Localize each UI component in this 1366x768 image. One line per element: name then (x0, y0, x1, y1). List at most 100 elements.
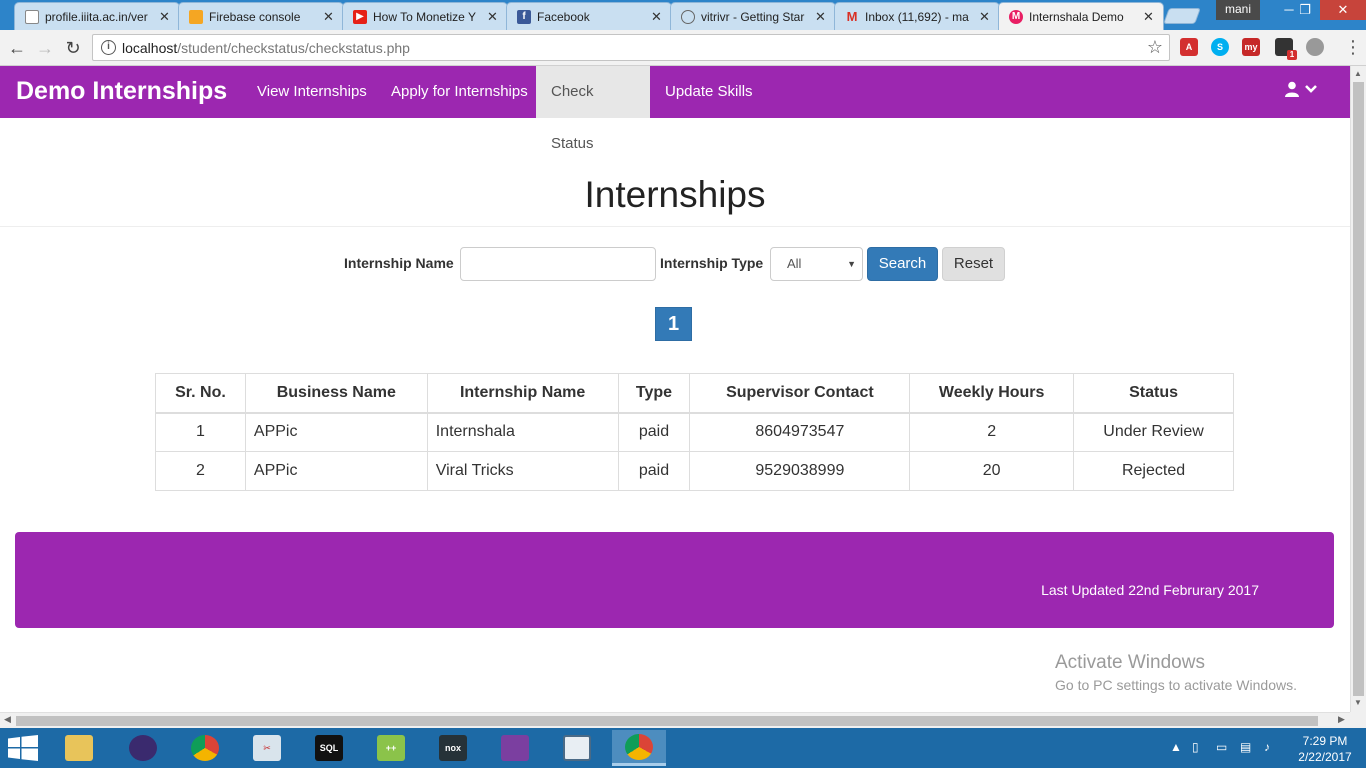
scroll-left-icon[interactable]: ◀ (4, 714, 11, 725)
close-icon[interactable]: ✕ (159, 9, 171, 25)
snipping-tool-icon[interactable]: ✂ (240, 730, 294, 766)
browser-toolbar: ← → ↻ i localhost/student/checkstatus/ch… (0, 30, 1366, 66)
clock-date: 2/22/2017 (1298, 750, 1352, 764)
search-button[interactable]: Search (867, 247, 938, 281)
close-icon[interactable]: ✕ (1143, 9, 1155, 25)
clock-time: 7:29 PM (1302, 734, 1348, 748)
extension-icon[interactable] (1306, 38, 1324, 56)
ghostery-extension-icon[interactable]: 1 (1275, 38, 1297, 60)
forward-arrow-icon[interactable]: → (34, 37, 56, 59)
eclipse-icon[interactable] (116, 730, 170, 766)
internship-name-label: Internship Name (344, 255, 454, 271)
user-menu[interactable] (1284, 81, 1318, 97)
pagination-page-1[interactable]: 1 (655, 307, 692, 341)
scroll-right-icon[interactable]: ▶ (1338, 714, 1345, 725)
close-icon[interactable]: ✕ (979, 9, 991, 25)
column-header: Type (617, 373, 691, 414)
vertical-scrollbar[interactable]: ▲ ▼ (1350, 66, 1366, 712)
close-icon[interactable]: ✕ (651, 9, 663, 25)
nox-icon[interactable]: nox (426, 730, 480, 766)
table-row: 1 APPic Internshala paid 8604973547 2 Un… (155, 412, 1234, 452)
network-icon[interactable]: ▤ (1240, 740, 1251, 754)
horizontal-scrollbar[interactable]: ◀ ▶ (0, 712, 1350, 728)
notepad-plus-plus-icon[interactable]: ++ (364, 730, 418, 766)
browser-tab[interactable]: f Facebook ✕ (506, 2, 672, 30)
system-clock[interactable]: 7:29 PM 2/22/2017 (1290, 733, 1360, 765)
cell-status: Rejected (1073, 451, 1234, 491)
internship-type-select[interactable]: All ▼ (770, 247, 863, 281)
new-tab-button[interactable] (1163, 8, 1201, 24)
browser-tab[interactable]: vitrivr - Getting Star ✕ (670, 2, 836, 30)
back-arrow-icon[interactable]: ← (6, 37, 28, 59)
window-close-icon[interactable]: ✕ (1320, 0, 1366, 20)
scroll-down-icon[interactable]: ▼ (1354, 698, 1362, 707)
internship-type-label: Internship Type (660, 255, 764, 271)
internshala-icon: M (1009, 9, 1023, 24)
cell-weekly-hours: 20 (909, 451, 1075, 491)
browser-tab-active[interactable]: M Internshala Demo ✕ (998, 2, 1164, 30)
browser-user-chip[interactable]: mani (1216, 0, 1260, 20)
reload-icon[interactable]: ↻ (62, 37, 84, 59)
page-viewport: Demo Internships View Internships Apply … (0, 66, 1350, 712)
nav-update-skills[interactable]: Update Skills (650, 66, 768, 118)
my-extension-icon[interactable]: my (1242, 38, 1260, 56)
chrome-icon[interactable] (178, 730, 232, 766)
nav-check-status[interactable]: Check Status (536, 66, 650, 152)
volume-icon[interactable]: ♪ (1264, 740, 1270, 754)
reset-button[interactable]: Reset (942, 247, 1005, 281)
browser-tab[interactable]: profile.iiita.ac.in/ver ✕ (14, 2, 180, 30)
scroll-up-icon[interactable]: ▲ (1354, 69, 1362, 78)
cell-status: Under Review (1073, 412, 1234, 452)
close-icon[interactable]: ✕ (815, 9, 827, 25)
internship-type-selected: All (787, 256, 802, 271)
url-text[interactable]: localhost/student/checkstatus/checkstatu… (122, 40, 410, 56)
top-navbar: Demo Internships View Internships Apply … (0, 66, 1350, 152)
browser-menu-icon[interactable]: ⋮ (1344, 36, 1362, 58)
browser-tab[interactable]: ▶ How To Monetize Y ✕ (342, 2, 508, 30)
close-icon[interactable]: ✕ (323, 9, 335, 25)
column-header: Status (1073, 373, 1234, 414)
file-explorer-icon[interactable] (52, 730, 106, 766)
user-icon (1285, 81, 1299, 97)
chrome-user-icon[interactable] (612, 730, 666, 766)
cell-supervisor-contact: 8604973547 (689, 412, 911, 452)
mysql-icon[interactable]: SQL (302, 730, 356, 766)
battery-icon[interactable]: ▯ (1192, 740, 1199, 754)
extension-badge: 1 (1287, 50, 1297, 60)
dropdown-caret-icon: ▼ (847, 259, 856, 269)
cell-sr-no: 1 (155, 412, 246, 452)
acrobat-extension-icon[interactable]: A (1180, 38, 1198, 56)
windows-taskbar: ✂ SQL ++ nox ▲ ▯ ▭ ▤ ♪ 7:29 PM 2/22/2017 (0, 728, 1366, 768)
browser-tab[interactable]: Firebase console ✕ (178, 2, 344, 30)
address-bar[interactable]: i localhost/student/checkstatus/checksta… (92, 34, 1170, 61)
browser-tab[interactable]: M Inbox (11,692) - ma ✕ (834, 2, 1000, 30)
restore-icon[interactable]: ❐ (1290, 0, 1320, 20)
skype-extension-icon[interactable]: S (1211, 38, 1229, 56)
firebase-icon (189, 9, 203, 24)
tab-title: Facebook (537, 9, 590, 24)
winrar-icon[interactable] (488, 730, 542, 766)
info-icon[interactable]: i (101, 40, 116, 55)
activate-windows-subtitle: Go to PC settings to activate Windows. (1055, 677, 1297, 693)
chevron-down-icon (1305, 85, 1317, 93)
action-center-icon[interactable]: ▭ (1216, 740, 1227, 754)
nav-apply-internships[interactable]: Apply for Internships (376, 66, 543, 118)
tab-title: vitrivr - Getting Star (701, 9, 805, 24)
close-icon[interactable]: ✕ (487, 9, 499, 25)
activate-windows-title: Activate Windows (1055, 652, 1205, 673)
url-host: localhost (122, 40, 178, 56)
reader-icon[interactable] (550, 730, 604, 766)
tray-expand-icon[interactable]: ▲ (1170, 740, 1182, 754)
internship-name-input[interactable] (460, 247, 656, 281)
scrollbar-thumb[interactable] (1353, 82, 1364, 696)
table-header-row: Sr. No. Business Name Internship Name Ty… (155, 373, 1234, 414)
brand-logo[interactable]: Demo Internships (16, 77, 227, 106)
scrollbar-thumb[interactable] (16, 716, 1318, 726)
column-header: Weekly Hours (909, 373, 1075, 414)
cell-supervisor-contact: 9529038999 (689, 451, 911, 491)
bookmark-star-icon[interactable]: ☆ (1147, 37, 1163, 58)
scrollbar-corner (1350, 712, 1366, 728)
nav-view-internships[interactable]: View Internships (242, 66, 382, 118)
facebook-icon: f (517, 9, 531, 24)
windows-start-icon[interactable] (8, 735, 38, 761)
